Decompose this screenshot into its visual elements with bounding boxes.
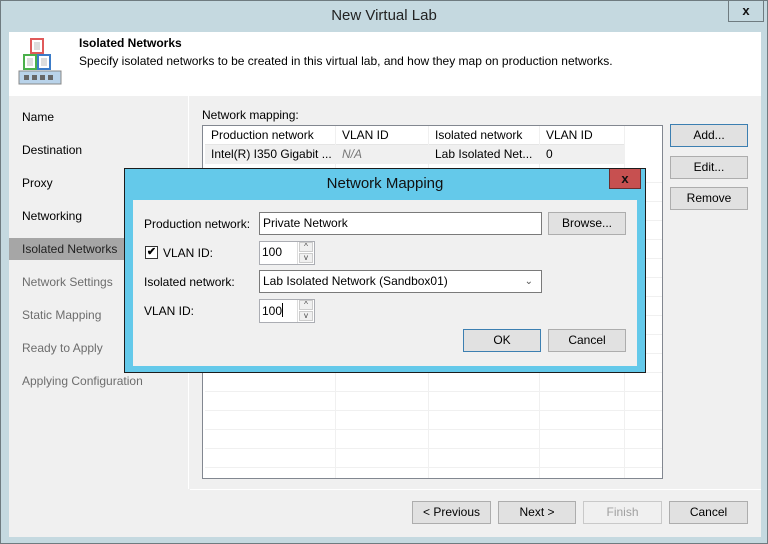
- next-button[interactable]: Next >: [498, 501, 576, 524]
- window-close-button[interactable]: x: [728, 1, 764, 22]
- empty-table-row: [205, 449, 662, 468]
- empty-cell: [540, 411, 625, 430]
- cell-production-network: Intel(R) I350 Gigabit ...: [205, 145, 336, 164]
- production-network-label: Production network:: [144, 217, 251, 231]
- previous-button[interactable]: < Previous: [412, 501, 491, 524]
- cancel-button[interactable]: Cancel: [669, 501, 748, 524]
- empty-cell: [429, 411, 540, 430]
- isolated-vlan-id-value[interactable]: 100: [262, 304, 282, 318]
- wizard-header: Isolated Networks Specify isolated netwo…: [9, 32, 761, 96]
- browse-button[interactable]: Browse...: [548, 212, 626, 235]
- isolated-vlan-id-label: VLAN ID:: [144, 304, 195, 318]
- isolated-network-dropdown[interactable]: Lab Isolated Network (Sandbox01) ⌄: [259, 270, 542, 293]
- step-applying-configuration: Applying Configuration: [22, 374, 143, 388]
- spin-up-icon[interactable]: ^: [299, 242, 313, 252]
- empty-cell: [205, 392, 336, 411]
- step-destination[interactable]: Destination: [9, 139, 189, 161]
- production-vlan-id-value[interactable]: 100: [262, 245, 282, 259]
- empty-cell: [540, 449, 625, 468]
- cell-vlan-id: N/A: [336, 145, 429, 164]
- finish-button: Finish: [583, 501, 662, 524]
- empty-cell: [336, 392, 429, 411]
- isolated-network-value: Lab Isolated Network (Sandbox01): [263, 274, 448, 288]
- empty-cell: [205, 449, 336, 468]
- vlan-id-checkbox[interactable]: ✔: [145, 246, 158, 259]
- empty-table-row: [205, 373, 662, 392]
- isolated-vlan-id-spinner[interactable]: 100 ^ v: [259, 299, 315, 323]
- column-header-isolated-vlan-id[interactable]: VLAN ID: [540, 126, 625, 145]
- empty-cell: [429, 449, 540, 468]
- network-mapping-dialog: Network Mapping x Production network: Pr…: [124, 168, 646, 373]
- add-button[interactable]: Add...: [670, 124, 748, 147]
- empty-cell: [336, 449, 429, 468]
- dialog-title: Network Mapping: [326, 175, 444, 192]
- empty-table-row: [205, 392, 662, 411]
- empty-cell: [336, 468, 429, 478]
- empty-table-row: [205, 468, 662, 478]
- remove-button[interactable]: Remove: [670, 187, 748, 210]
- empty-cell: [429, 373, 540, 392]
- edit-button[interactable]: Edit...: [670, 156, 748, 179]
- empty-cell: [205, 430, 336, 449]
- network-mapping-label: Network mapping:: [202, 108, 299, 122]
- step-title: Isolated Networks: [79, 36, 182, 50]
- footer-divider: [190, 489, 761, 490]
- empty-cell: [540, 373, 625, 392]
- step-name[interactable]: Name: [9, 106, 189, 128]
- empty-cell: [205, 411, 336, 430]
- column-header-production-network[interactable]: Production network: [205, 126, 336, 145]
- close-icon: x: [621, 171, 629, 186]
- production-vlan-id-spinner[interactable]: 100 ^ v: [259, 241, 315, 265]
- table-header-row: Production network VLAN ID Isolated netw…: [205, 126, 625, 145]
- cell-isolated-network: Lab Isolated Net...: [429, 145, 540, 164]
- table-row[interactable]: Intel(R) I350 Gigabit ... N/A Lab Isolat…: [205, 145, 625, 164]
- empty-cell: [336, 430, 429, 449]
- text-caret: [282, 303, 284, 317]
- production-network-field[interactable]: Private Network: [259, 212, 542, 235]
- empty-cell: [540, 468, 625, 478]
- empty-cell: [429, 468, 540, 478]
- spin-down-icon[interactable]: v: [299, 311, 313, 321]
- empty-table-row: [205, 430, 662, 449]
- empty-cell: [429, 392, 540, 411]
- window-title: New Virtual Lab: [331, 7, 437, 24]
- checkmark-icon: ✔: [146, 246, 157, 258]
- spin-down-icon[interactable]: v: [299, 253, 313, 263]
- cell-isolated-vlan-id: 0: [540, 145, 625, 164]
- empty-cell: [205, 468, 336, 478]
- empty-cell: [429, 430, 540, 449]
- spin-up-icon[interactable]: ^: [299, 300, 313, 310]
- empty-cell: [540, 392, 625, 411]
- step-description: Specify isolated networks to be created …: [79, 54, 613, 68]
- dialog-close-button[interactable]: x: [609, 169, 641, 189]
- vlan-id-checkbox-label: VLAN ID:: [163, 246, 214, 260]
- column-header-vlan-id[interactable]: VLAN ID: [336, 126, 429, 145]
- chevron-down-icon: ⌄: [524, 276, 533, 287]
- title-bar: New Virtual Lab x: [1, 1, 767, 32]
- empty-table-row: [205, 411, 662, 430]
- dialog-body: Production network: Private Network Brow…: [133, 200, 637, 366]
- ok-button[interactable]: OK: [463, 329, 541, 352]
- virtual-lab-network-icon: [18, 38, 62, 85]
- close-icon: x: [742, 3, 750, 18]
- column-header-isolated-network[interactable]: Isolated network: [429, 126, 540, 145]
- isolated-network-label: Isolated network:: [144, 275, 235, 289]
- empty-cell: [336, 373, 429, 392]
- empty-cell: [540, 430, 625, 449]
- dialog-cancel-button[interactable]: Cancel: [548, 329, 626, 352]
- empty-cell: [205, 373, 336, 392]
- empty-cell: [336, 411, 429, 430]
